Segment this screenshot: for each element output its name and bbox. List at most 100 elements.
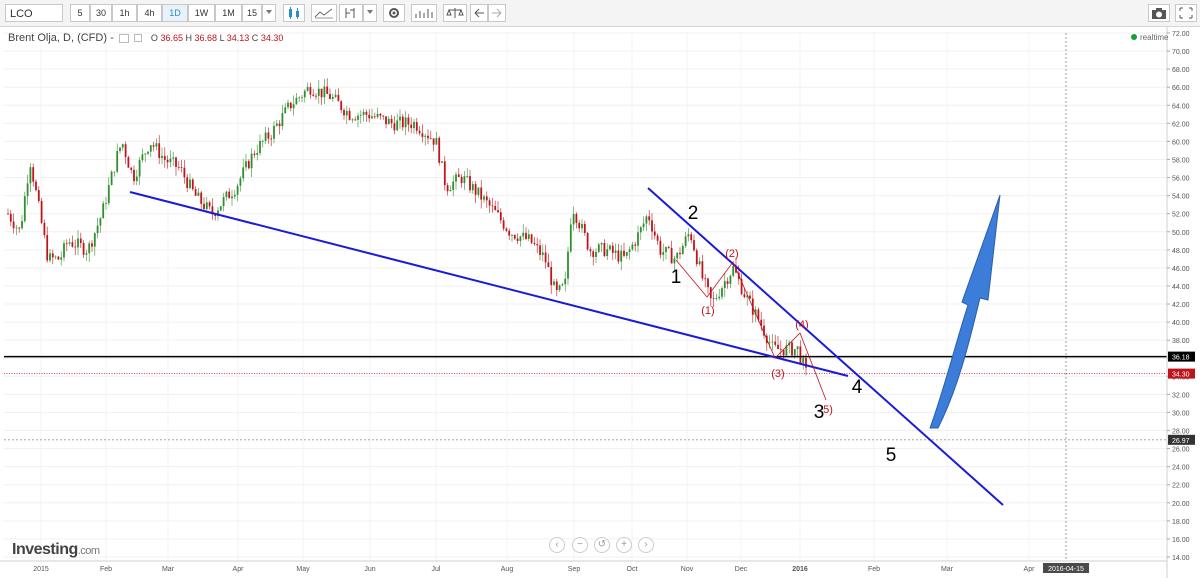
candle-body <box>264 132 267 141</box>
interval-15-button[interactable]: 15 <box>242 4 262 22</box>
candle-body <box>782 349 785 356</box>
candle-body <box>463 176 466 184</box>
redo-icon <box>492 8 502 18</box>
y-tick-label: 32.00 <box>1172 392 1190 399</box>
interval-1m-button[interactable]: 1M <box>215 4 242 22</box>
candle-body <box>247 161 250 169</box>
candle-body <box>667 246 670 248</box>
x-tick-label: Mar <box>941 566 954 573</box>
price-label-text: 26.97 <box>1172 438 1190 445</box>
reset-zoom-button[interactable]: ↺ <box>594 537 610 553</box>
candle-body <box>617 250 620 262</box>
compare-button[interactable] <box>443 4 467 22</box>
candle-body <box>749 295 751 299</box>
candle-body <box>544 252 547 263</box>
y-tick-label: 54.00 <box>1172 194 1190 201</box>
fullscreen-button[interactable] <box>1175 4 1197 22</box>
interval-1w-button[interactable]: 1W <box>188 4 215 22</box>
x-tick-label: Apr <box>233 566 245 573</box>
undo-button[interactable] <box>470 4 488 22</box>
candle-body <box>642 223 645 228</box>
y-tick-label: 68.00 <box>1172 67 1190 74</box>
candle-body <box>281 113 284 127</box>
y-tick-label: 20.00 <box>1172 501 1190 508</box>
candle-body <box>802 358 805 364</box>
candle-body <box>79 238 82 243</box>
candle-body <box>653 231 656 236</box>
candle-body <box>443 161 446 186</box>
candle-body <box>71 242 74 247</box>
candle-body <box>457 174 460 177</box>
candle-body <box>54 256 57 258</box>
candle-body <box>511 234 513 236</box>
candle-body <box>519 236 522 242</box>
interval-dropdown-button[interactable] <box>262 4 276 22</box>
gear-icon <box>389 8 399 18</box>
candle-body <box>37 190 40 202</box>
x-tick-label: Feb <box>100 566 112 573</box>
y-tick-label: 52.00 <box>1172 212 1190 219</box>
candle-body <box>107 185 110 204</box>
interval-5-button[interactable]: 5 <box>70 4 90 22</box>
candle-body <box>550 267 553 286</box>
candle-body <box>138 160 141 177</box>
x-tick-label: Nov <box>681 566 694 573</box>
candle-body <box>9 213 12 222</box>
interval-4h-button[interactable]: 4h <box>137 4 162 22</box>
interval-30-button[interactable]: 30 <box>90 4 112 22</box>
candle-body <box>673 258 676 264</box>
scroll-left-button[interactable]: ‹ <box>549 537 565 553</box>
candle-body <box>99 218 102 226</box>
candle-body <box>441 161 443 163</box>
legend-toggle-icon[interactable] <box>118 33 129 43</box>
candle-body <box>704 278 707 280</box>
wave-label-minor: 5) <box>823 404 833 416</box>
scale-icon <box>446 8 464 18</box>
redo-button[interactable] <box>488 4 506 22</box>
zoom-in-button[interactable]: + <box>616 537 632 553</box>
candle-body <box>194 189 197 196</box>
candle-body <box>32 167 35 182</box>
zoom-out-button[interactable]: − <box>572 537 588 553</box>
time-axis: 2015 Feb Mar Apr May Jun Jul Aug Sep Oct Nov Dec 201… <box>0 560 1167 573</box>
candle-body <box>334 94 337 97</box>
x-tick-label: 2016 <box>792 566 808 573</box>
candle-body <box>774 341 777 345</box>
chevron-down-icon <box>367 10 373 14</box>
y-tick-label: 58.00 <box>1172 157 1190 164</box>
interval-1d-button[interactable]: 1D <box>162 4 188 22</box>
price-chart[interactable]: 12345(1)(2)(3)(4)5) 72.0070.0068.0066.00… <box>0 27 1200 578</box>
scroll-right-button[interactable]: › <box>638 537 654 553</box>
y-tick-label: 24.00 <box>1172 465 1190 472</box>
candle-body <box>474 184 477 195</box>
y-tick-label: 56.00 <box>1172 176 1190 183</box>
interval-1h-button[interactable]: 1h <box>112 4 137 22</box>
candle-body <box>553 281 555 286</box>
indicators-button[interactable] <box>311 4 337 22</box>
drawing-tools-button[interactable] <box>339 4 363 22</box>
candle-body <box>799 346 802 364</box>
y-tick-label: 48.00 <box>1172 248 1190 255</box>
candle-body <box>359 114 362 116</box>
candle-body <box>172 157 175 159</box>
candle-body <box>169 158 172 163</box>
candle-body <box>611 245 614 253</box>
drawing-dropdown-button[interactable] <box>363 4 377 22</box>
candle-body <box>183 167 186 178</box>
candle-body <box>23 196 26 222</box>
candle-body <box>516 238 519 242</box>
chart-type-button[interactable] <box>411 4 437 22</box>
candle-body <box>368 114 371 119</box>
wave-label-major: 5 <box>886 445 897 466</box>
candle-body <box>533 242 536 245</box>
legend-settings-icon[interactable] <box>133 34 142 43</box>
candle-type-button[interactable] <box>283 4 305 22</box>
candle-body <box>438 137 441 163</box>
candle-body <box>698 261 701 265</box>
symbol-input[interactable]: LCO <box>5 4 63 22</box>
x-tick-label: Aug <box>501 566 514 573</box>
settings-button[interactable] <box>383 4 405 22</box>
candle-body <box>21 221 23 229</box>
candle-body <box>435 137 438 145</box>
screenshot-button[interactable] <box>1148 4 1170 22</box>
